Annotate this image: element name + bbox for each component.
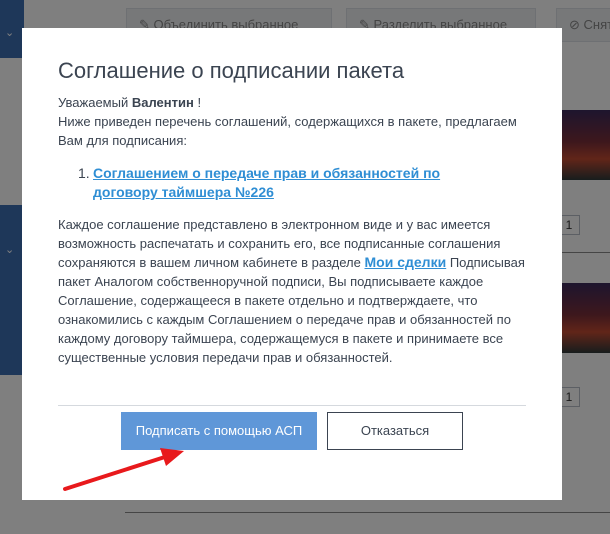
document-list: 1. Соглашением о передаче прав и обязанн… (78, 164, 498, 202)
refuse-button[interactable]: Отказаться (327, 412, 463, 450)
red-arrow-icon (63, 448, 184, 491)
document-number: 1. (78, 165, 90, 181)
list-item: 1. Соглашением о передаче прав и обязанн… (78, 164, 498, 202)
agreement-modal: Соглашение о подписании пакета Уважаемый… (22, 28, 562, 500)
greeting: Уважаемый Валентин ! (58, 95, 201, 110)
intro-text: Ниже приведен перечень соглашений, содер… (58, 114, 517, 148)
greeting-prefix: Уважаемый (58, 95, 129, 110)
my-deals-link[interactable]: Мои сделки (365, 254, 447, 270)
modal-title: Соглашение о подписании пакета (58, 58, 405, 83)
body-text: Каждое соглашение представлено в электро… (58, 215, 538, 367)
document-link[interactable]: Соглашением о передаче прав и обязанност… (93, 165, 440, 200)
user-name: Валентин (131, 95, 194, 110)
body-text-part2: Подписывая пакет Аналогом собственноручн… (58, 255, 525, 365)
greeting-suffix: ! (197, 95, 202, 110)
divider (58, 405, 526, 406)
